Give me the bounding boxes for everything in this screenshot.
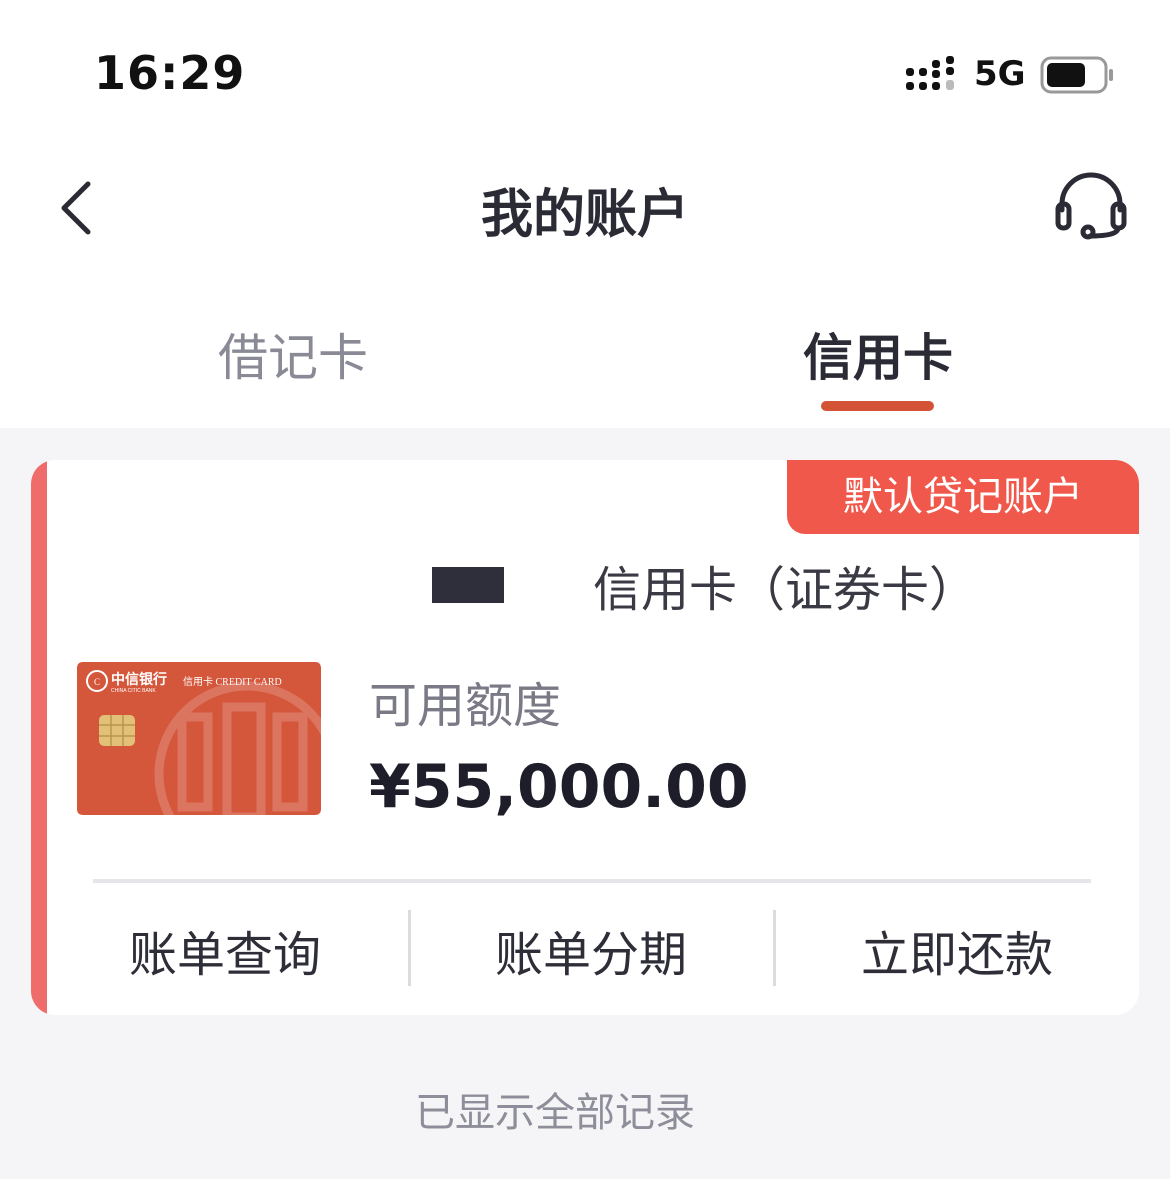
bill-query-button[interactable]: 账单查询	[42, 915, 408, 985]
card-bank-name: 中信银行	[111, 671, 167, 688]
all-records-shown-note: 已显示全部记录	[415, 1090, 695, 1136]
network-type: 5G	[974, 54, 1026, 94]
tab-credit-card[interactable]: 信用卡	[803, 318, 953, 390]
available-limit-label: 可用额度	[369, 678, 562, 734]
tab-debit-card[interactable]: 借记卡	[218, 318, 368, 390]
card-bank-name-en: CHINA CITIC BANK	[111, 688, 156, 694]
card-name: 信用卡（证券卡）	[593, 562, 978, 618]
card-type-label: 信用卡 CREDIT CARD	[183, 675, 282, 688]
available-limit-value: ¥55,000.00	[369, 752, 749, 822]
redacted-card-number	[432, 567, 504, 603]
repay-now-button[interactable]: 立即还款	[774, 915, 1139, 985]
page-title: 我的账户	[480, 185, 689, 245]
signal-icon	[906, 56, 954, 90]
default-account-badge: 默认贷记账户	[787, 460, 1139, 534]
active-tab-indicator	[821, 401, 934, 411]
credit-card-image: C 中信银行 CHINA CITIC BANK 信用卡 CREDIT CARD	[77, 662, 321, 815]
status-time: 16:29	[94, 46, 246, 100]
bill-installment-button[interactable]: 账单分期	[408, 915, 774, 985]
panel-divider	[93, 879, 1091, 883]
credit-card-panel[interactable]: 默认贷记账户 信用卡（证券卡） C 中信银行 CHINA CITIC BANK …	[31, 460, 1139, 1015]
customer-service-headset-icon[interactable]	[1052, 168, 1130, 242]
battery-icon	[1040, 56, 1113, 94]
svg-text:C: C	[94, 677, 100, 687]
